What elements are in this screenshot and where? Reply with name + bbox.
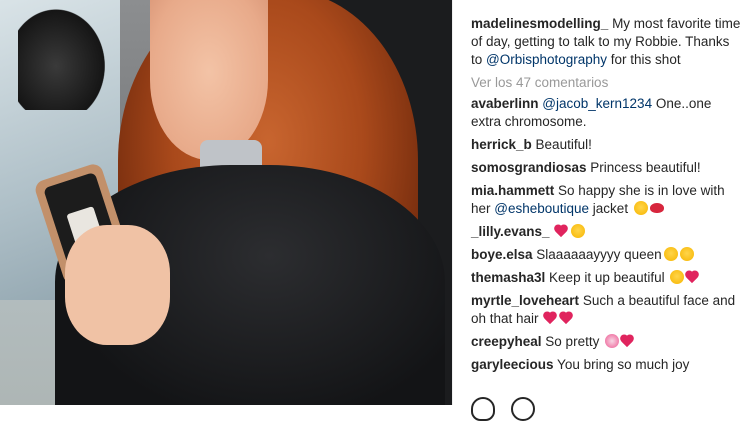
comment-text: So pretty xyxy=(541,334,600,349)
model-face xyxy=(150,0,268,160)
caption-text-end: for this shot xyxy=(607,52,681,67)
comment-list: madelinesmodelling_ My most favorite tim… xyxy=(471,15,743,379)
post-actions xyxy=(471,397,551,421)
heart-exclamation-emoji-icon xyxy=(544,311,558,325)
comment-username[interactable]: boye.elsa xyxy=(471,247,533,262)
comment-username[interactable]: themasha3l xyxy=(471,270,545,285)
caption: madelinesmodelling_ My most favorite tim… xyxy=(471,15,743,69)
comment-text: jacket xyxy=(589,201,629,216)
post-photo[interactable] xyxy=(0,0,452,405)
author-username[interactable]: madelinesmodelling_ xyxy=(471,16,608,31)
comment-username[interactable]: _lilly.evans_ xyxy=(471,224,550,239)
caption-mention[interactable]: @Orbisphotography xyxy=(486,52,607,67)
comment-username[interactable]: myrtle_loveheart xyxy=(471,293,579,308)
heart-eyes-emoji-icon xyxy=(571,224,586,238)
comment-mention[interactable]: @esheboutique xyxy=(494,201,589,216)
comment-username[interactable]: mia.hammett xyxy=(471,183,554,198)
model-hand xyxy=(65,225,170,345)
cherry-blossom-emoji-icon xyxy=(605,334,620,348)
heart-exclamation-emoji-icon xyxy=(560,311,574,325)
red-heart-emoji-icon xyxy=(686,270,700,284)
studio-lamp xyxy=(18,0,113,110)
comment-text: Beautiful! xyxy=(531,137,592,152)
heart-eyes-emoji-icon xyxy=(663,247,678,261)
view-all-comments-link[interactable]: Ver los 47 comentarios xyxy=(471,74,743,92)
comment-item: boye.elsa Slaaaaaayyyy queen xyxy=(471,246,743,264)
comment-text: Princess beautiful! xyxy=(586,160,701,175)
comment-item: myrtle_loveheart Such a beautiful face a… xyxy=(471,292,743,328)
comment-item: avaberlinn @jacob_kern1234 One..one extr… xyxy=(471,95,743,131)
red-heart-emoji-icon xyxy=(555,224,569,238)
kissing-face-emoji-icon xyxy=(633,201,648,215)
comment-text: You bring so much joy xyxy=(553,357,690,372)
comment-text: Slaaaaaayyyy queen xyxy=(532,247,662,262)
heart-exclamation-emoji-icon xyxy=(621,334,635,348)
comment-username[interactable]: creepyheal xyxy=(471,334,542,349)
heart-outline-icon[interactable] xyxy=(471,397,495,421)
comments-panel: madelinesmodelling_ My most favorite tim… xyxy=(452,0,750,421)
lips-emoji-icon xyxy=(649,203,664,213)
comment-item: garyleecious You bring so much joy xyxy=(471,356,743,374)
comment-username[interactable]: somosgrandiosas xyxy=(471,160,587,175)
heart-eyes-emoji-icon xyxy=(679,247,694,261)
comment-username[interactable]: garyleecious xyxy=(471,357,554,372)
comment-username[interactable]: herrick_b xyxy=(471,137,532,152)
comment-item: herrick_b Beautiful! xyxy=(471,136,743,154)
comment-item: mia.hammett So happy she is in love with… xyxy=(471,182,743,218)
comment-item: somosgrandiosas Princess beautiful! xyxy=(471,159,743,177)
comment-username[interactable]: avaberlinn xyxy=(471,96,539,111)
comment-text: Keep it up beautiful xyxy=(545,270,665,285)
comment-mention[interactable]: @jacob_kern1234 xyxy=(542,96,652,111)
comment-item: _lilly.evans_ xyxy=(471,223,743,241)
comment-item: themasha3l Keep it up beautiful xyxy=(471,269,743,287)
comment-item: creepyheal So pretty xyxy=(471,333,743,351)
heart-eyes-emoji-icon xyxy=(670,270,685,284)
speech-bubble-icon[interactable] xyxy=(511,397,535,421)
